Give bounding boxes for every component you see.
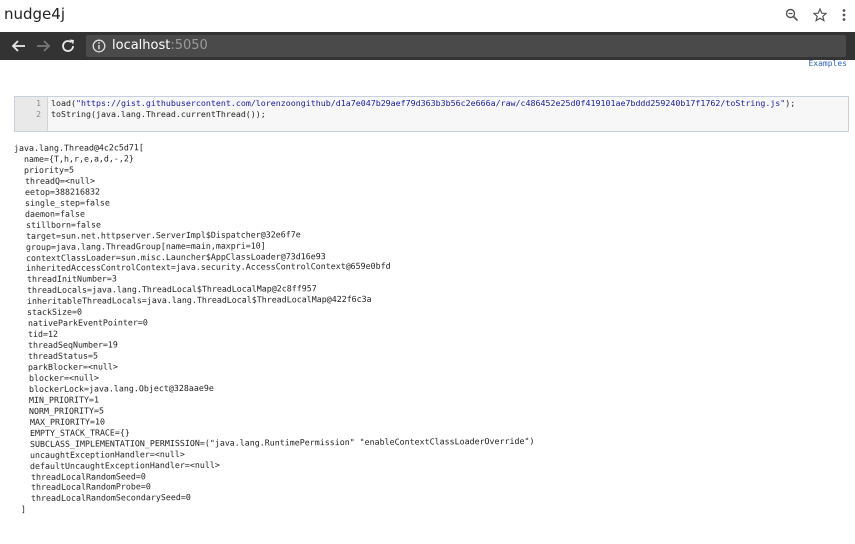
output-line: target=sun.net.httpserver.ServerImpl$Dis… [15, 228, 301, 241]
zoom-icon[interactable] [785, 8, 799, 22]
output-line: priority=5 [14, 164, 75, 175]
output-line: MAX_PRIORITY=10 [19, 416, 105, 427]
output-line: group=java.lang.ThreadGroup[name=main,ma… [15, 240, 266, 252]
code-line-1[interactable]: load("https://gist.githubusercontent.com… [51, 98, 795, 108]
output-line: blocker=<null> [18, 372, 99, 383]
output-line: threadLocalRandomSecondarySeed=0 [21, 492, 191, 504]
window-titlebar: nudge4j [0, 0, 855, 32]
info-icon[interactable] [92, 39, 106, 58]
examples-link[interactable]: Examples [808, 59, 847, 68]
back-icon[interactable] [10, 37, 28, 55]
code-editor[interactable]: 1 2 load("https://gist.githubusercontent… [14, 96, 849, 132]
output-line: tid=12 [17, 328, 58, 340]
output-line: defaultUncaughtExceptionHandler=<null> [20, 459, 221, 471]
output-line: threadQ=<null> [14, 175, 95, 186]
title-icons [785, 8, 847, 22]
output-line: ] [21, 504, 27, 515]
output-line: uncaughtExceptionHandler=<null> [20, 448, 186, 460]
star-icon[interactable] [813, 8, 827, 22]
output-line: parkBlocker=<null> [18, 361, 119, 372]
code-close: ); [785, 98, 796, 108]
editor-gutter: 1 2 [15, 97, 48, 131]
forward-icon[interactable] [34, 37, 52, 55]
output-line: NORM_PRIORITY=5 [19, 405, 105, 416]
output-line: threadStatus=5 [18, 350, 99, 362]
output-line: threadSeqNumber=19 [17, 339, 118, 351]
code-line-2[interactable]: toString(java.lang.Thread.currentThread(… [51, 109, 266, 119]
browser-toolbar: localhost:5050 [0, 32, 855, 60]
output-line: threadLocalRandomSeed=0 [20, 470, 146, 482]
line-number: 2 [36, 110, 41, 119]
code-fn: load( [51, 98, 76, 108]
output-line: blockerLock=java.lang.Object@328aae9e [18, 382, 214, 394]
url-host: localhost [112, 38, 171, 53]
code-string: "https://gist.githubusercontent.com/lore… [75, 98, 786, 108]
output-line: stackSize=0 [17, 306, 83, 318]
output-line: threadLocalRandomProbe=0 [20, 481, 151, 493]
output-line: name={T,h,r,e,a,d,-,2} [14, 153, 135, 164]
output-line: inheritedAccessControlContext=java.secur… [16, 261, 392, 274]
output-line: MIN_PRIORITY=1 [19, 394, 100, 405]
output-line: inheritableThreadLocals=java.lang.Thread… [17, 294, 372, 307]
reload-icon[interactable] [59, 37, 77, 55]
app-title: nudge4j [4, 5, 65, 23]
menu-icon[interactable] [841, 8, 847, 22]
address-bar[interactable]: localhost:5050 [86, 35, 846, 57]
output-line: nativeParkEventPointer=0 [17, 317, 148, 329]
output-line: daemon=false [15, 208, 86, 219]
output-line: EMPTY_STACK_TRACE={} [19, 427, 130, 438]
url-text: localhost:5050 [112, 38, 208, 53]
url-port: :5050 [170, 38, 208, 53]
output-line: stillborn=false [15, 219, 101, 230]
output-line: java.lang.Thread@4c2c5d71[ [13, 142, 144, 153]
output-line: eetop=388216832 [14, 186, 100, 197]
output-line: single_step=false [15, 197, 111, 208]
output-line: threadInitNumber=3 [16, 273, 117, 285]
line-number: 1 [36, 99, 41, 108]
